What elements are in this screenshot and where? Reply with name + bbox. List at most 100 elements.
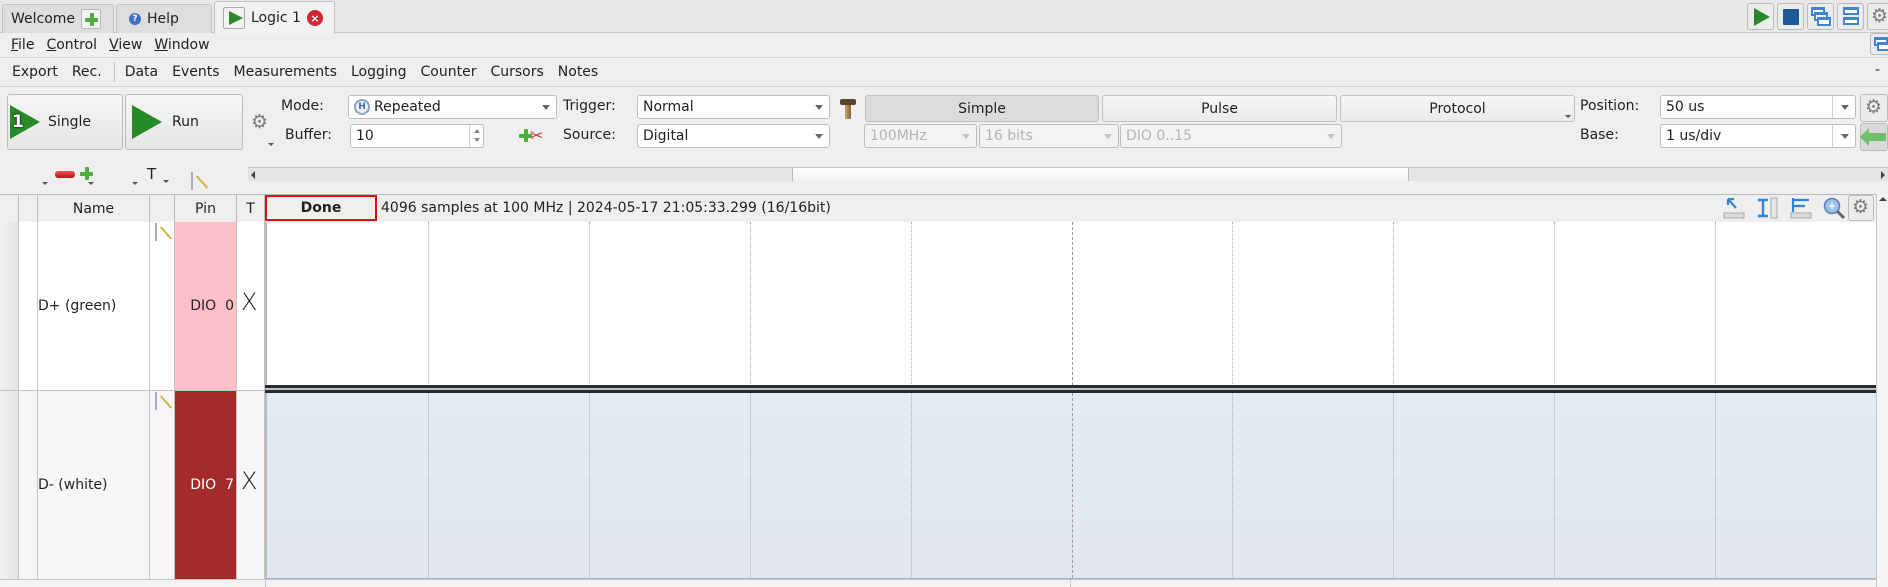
scroll-right-icon[interactable] bbox=[1881, 171, 1885, 179]
position-select[interactable]: 50 us bbox=[1660, 95, 1856, 119]
chevron-down-icon bbox=[1841, 134, 1849, 139]
grid-line bbox=[588, 393, 590, 578]
counter-button[interactable]: Counter bbox=[415, 64, 485, 80]
channel-color-cell bbox=[19, 222, 38, 390]
status-label: Done bbox=[300, 200, 342, 216]
single-button[interactable]: 1 Single bbox=[7, 94, 123, 150]
data-button[interactable]: Data bbox=[119, 64, 166, 80]
hammer-icon[interactable] bbox=[838, 97, 858, 121]
tab-logic-1[interactable]: Logic 1 × bbox=[214, 1, 335, 34]
single-badge: 1 bbox=[12, 112, 24, 132]
row-handle[interactable] bbox=[0, 222, 19, 390]
note-icon[interactable] bbox=[155, 392, 157, 410]
vertical-scrollbar[interactable] bbox=[1876, 194, 1888, 587]
export-button[interactable]: Export bbox=[6, 64, 66, 80]
logging-button[interactable]: Logging bbox=[345, 64, 415, 80]
cursors-button[interactable]: Cursors bbox=[484, 64, 551, 80]
base-label: Base: bbox=[1580, 127, 1619, 143]
table-row[interactable]: D+ (green) DIO 0 X bbox=[0, 222, 265, 390]
tab-help[interactable]: ? Help bbox=[116, 4, 212, 33]
spinner-arrows-icon[interactable] bbox=[469, 125, 483, 147]
buffer-spinbox[interactable]: 10 bbox=[350, 124, 484, 148]
window-settings-button[interactable] bbox=[1867, 3, 1888, 30]
channel-name-cell[interactable]: D+ (green) bbox=[38, 222, 150, 390]
stop-button[interactable] bbox=[1777, 3, 1804, 30]
status-done-button[interactable]: Done bbox=[265, 195, 377, 221]
tab-welcome[interactable]: Welcome bbox=[2, 4, 114, 33]
remove-channel-icon[interactable] bbox=[55, 171, 75, 178]
channel-name-cell[interactable]: D- (white) bbox=[38, 391, 150, 579]
run-acquisition-button[interactable]: Run bbox=[125, 94, 243, 150]
rec-button[interactable]: Rec. bbox=[66, 64, 110, 80]
collapse-toolbar-button[interactable]: - bbox=[1875, 62, 1880, 78]
float-window-button[interactable] bbox=[1870, 33, 1888, 55]
note-icon[interactable] bbox=[191, 172, 194, 190]
sample-rate-value: 100MHz bbox=[870, 128, 927, 144]
dropdown-indicator-icon bbox=[132, 182, 138, 185]
channel-trigger-cell[interactable]: X bbox=[237, 222, 265, 390]
chevron-down-icon bbox=[1327, 134, 1335, 139]
trigger-dont-care-mark: X bbox=[241, 288, 258, 316]
notes-button[interactable]: Notes bbox=[552, 64, 606, 80]
plot-settings-button[interactable] bbox=[1848, 195, 1874, 221]
mode-select[interactable]: H Repeated bbox=[348, 95, 557, 119]
note-icon[interactable] bbox=[155, 223, 157, 241]
channel-note-cell bbox=[150, 222, 175, 390]
row-handle[interactable] bbox=[0, 391, 19, 579]
dropdown-indicator-icon bbox=[268, 143, 274, 146]
zoom-icon[interactable] bbox=[1822, 196, 1846, 220]
channel-pin: DIO 7 bbox=[190, 477, 234, 493]
channel-trigger-cell[interactable]: X bbox=[237, 391, 265, 579]
cascade-windows-button[interactable] bbox=[1807, 3, 1834, 30]
horizontal-scrollbar[interactable] bbox=[248, 167, 1888, 181]
tab-label: Simple bbox=[958, 100, 1006, 117]
menu-window[interactable]: Window bbox=[148, 37, 215, 53]
waveform-lane-d-plus[interactable] bbox=[265, 222, 1876, 390]
name-header[interactable]: Name bbox=[38, 195, 150, 223]
events-button[interactable]: Events bbox=[166, 64, 227, 80]
app-window: Welcome ? Help Logic 1 × File bbox=[0, 0, 1888, 587]
trigger-tab-pulse[interactable]: Pulse bbox=[1102, 95, 1337, 122]
measurements-button[interactable]: Measurements bbox=[228, 64, 345, 80]
close-icon[interactable]: × bbox=[306, 10, 323, 26]
trigger-select[interactable]: Normal bbox=[637, 95, 830, 119]
cursor-select-icon[interactable] bbox=[1722, 196, 1746, 220]
base-select[interactable]: 1 us/div bbox=[1660, 124, 1856, 148]
menu-label: ontrol bbox=[56, 37, 98, 53]
position-settings-button[interactable] bbox=[1860, 94, 1888, 122]
grid-line bbox=[588, 222, 590, 390]
pin-header[interactable]: Pin bbox=[175, 195, 237, 223]
add-channel-icon[interactable] bbox=[77, 164, 97, 184]
menu-control[interactable]: Control bbox=[40, 37, 103, 53]
tile-windows-button[interactable] bbox=[1837, 3, 1864, 30]
table-row[interactable]: D- (white) DIO 7 X bbox=[0, 390, 265, 579]
source-select[interactable]: Digital bbox=[637, 124, 830, 148]
menu-view[interactable]: View bbox=[103, 37, 148, 53]
trigger-tab-protocol[interactable]: Protocol bbox=[1340, 95, 1575, 122]
channel-pin-cell[interactable]: DIO 0 bbox=[175, 222, 237, 390]
gear-icon bbox=[1865, 96, 1883, 118]
play-icon bbox=[223, 7, 245, 29]
text-format-button[interactable]: T bbox=[147, 165, 156, 183]
waveform-lane-d-minus[interactable] bbox=[265, 393, 1876, 579]
scissors-icon[interactable]: ✂ bbox=[530, 126, 543, 145]
gear-icon[interactable] bbox=[251, 111, 269, 133]
stop-icon bbox=[1783, 9, 1799, 25]
add-icon[interactable] bbox=[81, 9, 102, 29]
menu-file[interactable]: File bbox=[5, 37, 40, 53]
dropdown-indicator-icon bbox=[1565, 115, 1571, 118]
scroll-up-icon[interactable] bbox=[1879, 197, 1887, 201]
trigger-tab-simple[interactable]: Simple bbox=[865, 95, 1099, 122]
scrollbar-thumb[interactable] bbox=[791, 168, 1410, 181]
scroll-left-icon[interactable] bbox=[251, 171, 255, 179]
ruler-level-icon[interactable] bbox=[1789, 196, 1813, 220]
tab-label: Pulse bbox=[1201, 100, 1238, 117]
menu-label: indow bbox=[167, 37, 210, 53]
channel-pin-cell[interactable]: DIO 7 bbox=[175, 391, 237, 579]
arrow-left-icon bbox=[1860, 128, 1886, 146]
ruler-measure-icon[interactable] bbox=[1755, 196, 1779, 220]
run-button[interactable] bbox=[1747, 3, 1774, 30]
reset-base-button[interactable] bbox=[1860, 123, 1888, 151]
tab-bar: Welcome ? Help Logic 1 × bbox=[0, 0, 1888, 34]
trigger-header[interactable]: T bbox=[237, 195, 265, 223]
